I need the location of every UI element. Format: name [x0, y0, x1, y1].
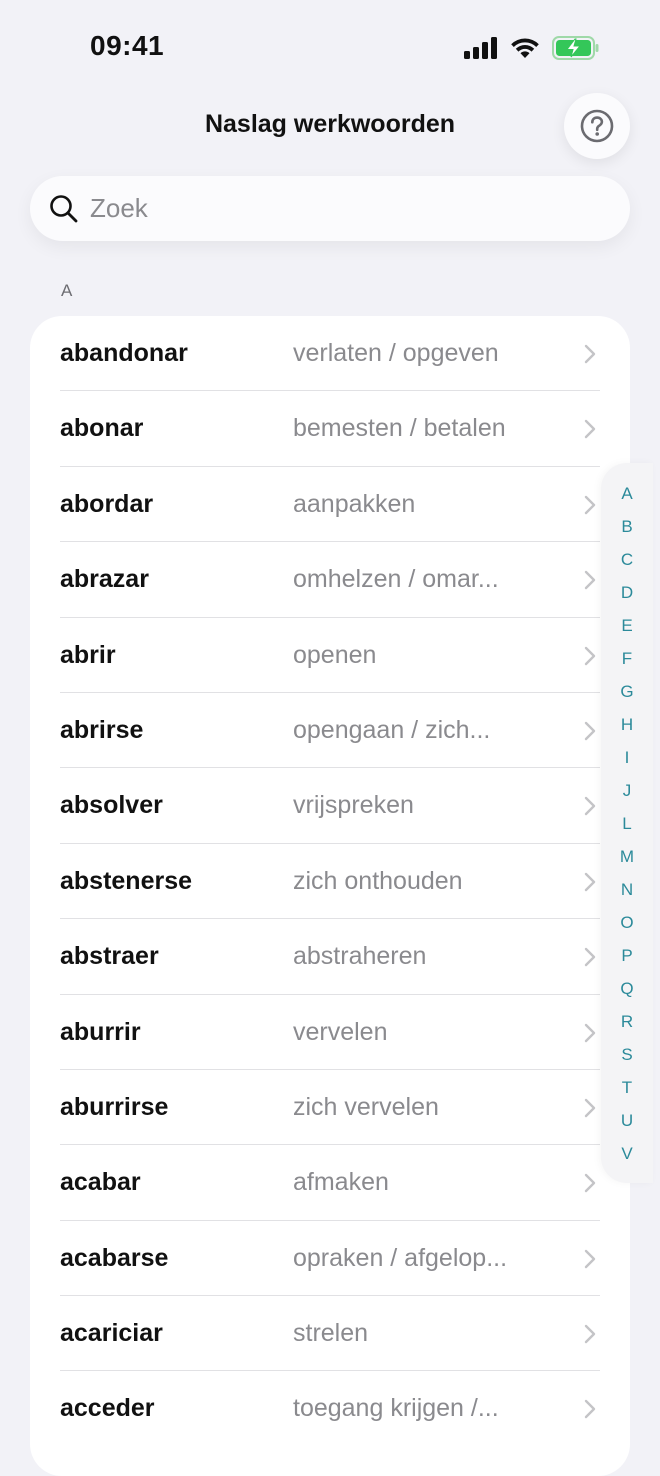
- verb-row-absolver[interactable]: absolver vrijspreken: [30, 768, 630, 844]
- question-mark-circle-icon: [580, 109, 614, 143]
- index-letter-e[interactable]: E: [601, 616, 653, 636]
- chevron-right-icon: [584, 872, 596, 891]
- index-letter-o[interactable]: O: [601, 913, 653, 933]
- verb-row-acabar[interactable]: acabar afmaken: [30, 1145, 630, 1221]
- index-letter-v[interactable]: V: [601, 1144, 653, 1164]
- verb-row-acariciar[interactable]: acariciar strelen: [30, 1296, 630, 1372]
- chevron-right-icon: [584, 1249, 596, 1268]
- battery-charging-icon: [552, 36, 599, 60]
- search-input[interactable]: [88, 176, 610, 241]
- index-letter-p[interactable]: P: [601, 946, 653, 966]
- chevron-right-icon: [584, 1023, 596, 1042]
- index-letter-m[interactable]: M: [601, 847, 653, 867]
- chevron-right-icon: [584, 1400, 596, 1419]
- verb-label: abstraer: [60, 942, 159, 971]
- verb-row-acceder[interactable]: acceder toegang krijgen /...: [30, 1371, 630, 1446]
- verb-row-aburrirse[interactable]: aburrirse zich vervelen: [30, 1070, 630, 1146]
- translation-label: zich vervelen: [293, 1092, 439, 1121]
- verb-label: acceder: [60, 1394, 155, 1423]
- status-icons: [464, 36, 600, 60]
- translation-label: zich onthouden: [293, 866, 463, 895]
- chevron-right-icon: [584, 797, 596, 816]
- index-letter-a[interactable]: A: [601, 484, 653, 504]
- index-letter-c[interactable]: C: [601, 550, 653, 570]
- verb-row-abrir[interactable]: abrir openen: [30, 618, 630, 693]
- index-letter-s[interactable]: S: [601, 1045, 653, 1065]
- chevron-right-icon: [584, 947, 596, 967]
- index-letter-n[interactable]: N: [601, 880, 653, 900]
- verb-label: abrir: [60, 640, 116, 669]
- verb-label: absolver: [60, 791, 163, 820]
- section-header: A: [61, 281, 73, 300]
- translation-label: toegang krijgen /...: [293, 1394, 499, 1423]
- verb-row-abstenerse[interactable]: abstenerse zich onthouden: [30, 844, 630, 920]
- translation-label: opengaan / zich...: [293, 715, 491, 744]
- index-letter-r[interactable]: R: [601, 1012, 653, 1032]
- verb-label: acabar: [60, 1168, 141, 1197]
- search-bar[interactable]: [30, 176, 630, 241]
- verb-row-abstraer[interactable]: abstraer abstraheren: [30, 919, 630, 995]
- chevron-right-icon: [584, 570, 596, 590]
- chevron-right-icon: [584, 1098, 596, 1118]
- index-letter-l[interactable]: L: [601, 814, 653, 834]
- search-icon: [50, 195, 78, 223]
- index-letter-i[interactable]: I: [601, 748, 653, 768]
- index-letter-q[interactable]: Q: [601, 979, 653, 999]
- index-letter-f[interactable]: F: [601, 649, 653, 669]
- translation-label: vervelen: [293, 1017, 388, 1046]
- verb-row-abonar[interactable]: abonar bemesten / betalen: [30, 391, 630, 467]
- index-letter-u[interactable]: U: [601, 1111, 653, 1131]
- translation-label: opraken / afgelop...: [293, 1243, 508, 1272]
- verb-row-abrazar[interactable]: abrazar omhelzen / omar...: [30, 542, 630, 618]
- verb-label: aburrir: [60, 1017, 141, 1046]
- index-letter-j[interactable]: J: [601, 781, 653, 801]
- chevron-right-icon: [584, 495, 596, 514]
- index-letter-b[interactable]: B: [601, 517, 653, 537]
- translation-label: bemesten / betalen: [293, 414, 506, 443]
- page-title: Naslag werkwoorden: [204, 110, 456, 138]
- verb-row-abordar[interactable]: abordar aanpakken: [30, 467, 630, 543]
- status-time: 09:41: [90, 30, 165, 61]
- verb-list: abandonar verlaten / opgeven abonar beme…: [30, 316, 630, 1476]
- verb-label: acariciar: [60, 1319, 163, 1348]
- chevron-right-icon: [584, 646, 596, 665]
- verb-row-aburrir[interactable]: aburrir vervelen: [30, 995, 630, 1070]
- wifi-icon: [511, 38, 539, 58]
- help-button[interactable]: [564, 93, 630, 159]
- chevron-right-icon: [584, 1174, 596, 1193]
- index-letter-h[interactable]: H: [601, 715, 653, 735]
- index-letter-g[interactable]: G: [601, 682, 653, 702]
- verb-row-abrirse[interactable]: abrirse opengaan / zich...: [30, 693, 630, 769]
- verb-label: abonar: [60, 414, 144, 443]
- alphabet-index[interactable]: A B C D E F G H I J L M N O P Q R S T U …: [601, 463, 653, 1183]
- chevron-right-icon: [584, 344, 596, 364]
- verb-label: abandonar: [60, 339, 188, 367]
- translation-label: aanpakken: [293, 489, 416, 518]
- verb-row-abandonar[interactable]: abandonar verlaten / opgeven: [30, 316, 630, 392]
- translation-label: openen: [293, 640, 377, 669]
- cellular-signal-icon: [464, 37, 497, 59]
- translation-label: abstraheren: [293, 942, 427, 971]
- verb-row-acabarse[interactable]: acabarse opraken / afgelop...: [30, 1221, 630, 1297]
- verb-label: abrirse: [60, 715, 144, 744]
- translation-label: vrijspreken: [293, 791, 414, 820]
- verb-label: acabarse: [60, 1243, 169, 1272]
- verb-label: abrazar: [60, 565, 149, 594]
- chevron-right-icon: [584, 721, 596, 741]
- status-bar: 09:41: [0, 0, 660, 96]
- index-letter-t[interactable]: T: [601, 1078, 653, 1098]
- translation-label: strelen: [293, 1319, 369, 1348]
- translation-label: omhelzen / omar...: [293, 565, 499, 594]
- verb-label: abstenerse: [60, 866, 193, 895]
- translation-label: verlaten / opgeven: [293, 339, 499, 367]
- verb-label: aburrirse: [60, 1092, 169, 1121]
- chevron-right-icon: [584, 1324, 596, 1344]
- index-letter-d[interactable]: D: [601, 583, 653, 603]
- translation-label: afmaken: [293, 1168, 389, 1197]
- verb-label: abordar: [60, 489, 154, 518]
- chevron-right-icon: [584, 420, 596, 439]
